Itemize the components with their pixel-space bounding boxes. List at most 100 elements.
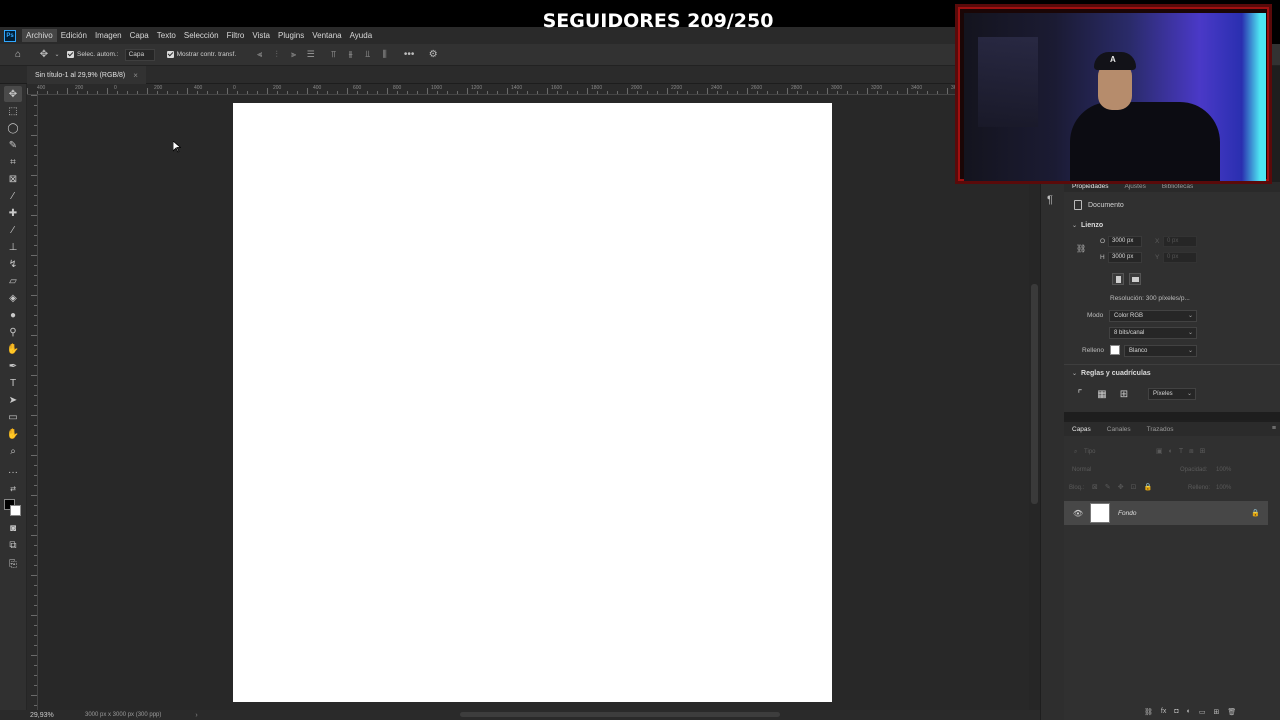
x-field[interactable]: 0 px bbox=[1163, 236, 1197, 247]
guides-icon[interactable]: ⊞ bbox=[1118, 388, 1130, 400]
photoshop-logo-icon[interactable]: Ps bbox=[4, 29, 16, 42]
align-right-icon[interactable]: ⫸ bbox=[286, 48, 301, 62]
menu-archivo[interactable]: Archivo bbox=[22, 29, 57, 42]
align-left-icon[interactable]: ⫷ bbox=[252, 48, 267, 62]
ruler-icon[interactable]: ⌜ bbox=[1074, 388, 1086, 400]
menu-texto[interactable]: Texto bbox=[153, 29, 180, 42]
fx-icon[interactable]: fx bbox=[1161, 708, 1166, 716]
menu-imagen[interactable]: Imagen bbox=[91, 29, 126, 42]
link-layers-icon[interactable]: ⛓ bbox=[1144, 708, 1153, 716]
zoom-level[interactable]: 29,93% bbox=[30, 712, 85, 719]
scrollbar-thumb[interactable] bbox=[1031, 284, 1038, 504]
paragraph-icon[interactable]: ¶ bbox=[1047, 194, 1053, 206]
checkbox-icon[interactable] bbox=[166, 51, 174, 58]
new-layer-icon[interactable]: ⊞ bbox=[1213, 708, 1219, 716]
menu-vista[interactable]: Vista bbox=[248, 29, 274, 42]
adjustment-icon[interactable]: ◐ bbox=[1187, 708, 1191, 716]
menu-edicion[interactable]: Edición bbox=[57, 29, 91, 42]
layer-row[interactable]: 👁 Fondo 🔒 bbox=[1064, 501, 1268, 525]
horizontal-scrollbar[interactable] bbox=[460, 712, 780, 717]
status-arrow-icon[interactable]: › bbox=[195, 712, 197, 719]
fill-color-swatch[interactable] bbox=[1110, 345, 1120, 355]
link-icon[interactable]: ⛓ bbox=[1076, 244, 1086, 253]
mode-dropdown[interactable]: Color RGB ⌄ bbox=[1109, 310, 1197, 322]
burn-tool-icon[interactable]: ✋ bbox=[4, 341, 22, 357]
paint-bucket-tool-icon[interactable]: ◈ bbox=[4, 290, 22, 306]
layer-filter-icons[interactable]: ▣◐T⧈⊞ bbox=[1156, 447, 1211, 456]
checkbox-icon[interactable] bbox=[67, 51, 74, 58]
menu-ventana[interactable]: Ventana bbox=[308, 29, 345, 42]
landscape-orientation-button[interactable] bbox=[1129, 273, 1141, 285]
hand-tool-icon[interactable]: ✋ bbox=[4, 426, 22, 442]
lock-icons[interactable]: ⊠✎✥⊡🔒 bbox=[1092, 483, 1159, 491]
chevron-down-icon[interactable]: ⌄ bbox=[1072, 222, 1077, 229]
home-icon[interactable]: ⌂ bbox=[9, 46, 27, 64]
menu-ayuda[interactable]: Ayuda bbox=[346, 29, 377, 42]
tab-channels[interactable]: Canales bbox=[1099, 426, 1139, 433]
height-field[interactable]: 3000 px bbox=[1108, 252, 1142, 263]
healing-brush-tool-icon[interactable]: ✚ bbox=[4, 205, 22, 221]
panel-menu-icon[interactable]: ≡ bbox=[1272, 425, 1276, 432]
crop-tool-icon[interactable]: ⌗ bbox=[4, 154, 22, 170]
layer-filter-input[interactable]: Tipo bbox=[1084, 449, 1095, 455]
blend-mode-dropdown[interactable]: Normal bbox=[1072, 467, 1091, 473]
tab-paths[interactable]: Trazados bbox=[1139, 426, 1182, 433]
search-icon[interactable]: ⌕ bbox=[1074, 449, 1077, 456]
menu-seleccion[interactable]: Selección bbox=[180, 29, 223, 42]
frame-tool-icon[interactable]: ⊠ bbox=[4, 171, 22, 187]
mask-icon[interactable]: ◘ bbox=[1174, 708, 1178, 716]
units-dropdown[interactable]: Píxeles ⌄ bbox=[1148, 388, 1196, 400]
align-middle-icon[interactable]: ⫵ bbox=[343, 48, 358, 62]
width-field[interactable]: 3000 px bbox=[1108, 236, 1142, 247]
distribute-icon[interactable]: ☰ bbox=[303, 48, 318, 62]
layer-name[interactable]: Fondo bbox=[1118, 510, 1251, 517]
brush-tool-icon[interactable]: ∕ bbox=[4, 222, 22, 238]
auto-select-target-dropdown[interactable]: Capa bbox=[124, 48, 155, 61]
pen-tool-icon[interactable]: ✒ bbox=[4, 358, 22, 374]
chevron-down-icon[interactable]: ⌄ bbox=[53, 46, 61, 64]
close-icon[interactable]: × bbox=[133, 71, 138, 80]
auto-select-checkbox[interactable]: Selec. autom.: bbox=[67, 51, 119, 58]
move-tool-icon[interactable]: ✥ bbox=[4, 86, 22, 102]
eyedropper-tool-icon[interactable]: ⁄ bbox=[4, 188, 22, 204]
tab-layers[interactable]: Capas bbox=[1064, 426, 1099, 433]
lock-icon[interactable]: 🔒 bbox=[1251, 509, 1260, 517]
clone-stamp-tool-icon[interactable]: ⊥ bbox=[4, 239, 22, 255]
opacity-field[interactable]: 100% bbox=[1216, 467, 1231, 473]
distribute-vertical-icon[interactable]: ⫼ bbox=[377, 48, 392, 62]
rectangle-tool-icon[interactable]: ▭ bbox=[4, 409, 22, 425]
menu-capa[interactable]: Capa bbox=[126, 29, 153, 42]
rulers-grids-section-header[interactable]: ⌄ Reglas y cuadrículas bbox=[1072, 370, 1151, 377]
portrait-orientation-button[interactable] bbox=[1112, 273, 1124, 285]
background-color-swatch[interactable] bbox=[10, 505, 21, 516]
chevron-down-icon[interactable]: ⌄ bbox=[1072, 370, 1077, 377]
blur-tool-icon[interactable]: ● bbox=[4, 307, 22, 323]
align-top-icon[interactable]: ⫪ bbox=[326, 48, 341, 62]
path-select-tool-icon[interactable]: ➤ bbox=[4, 392, 22, 408]
fill-dropdown[interactable]: Blanco ⌄ bbox=[1124, 345, 1197, 357]
type-tool-icon[interactable]: T bbox=[4, 375, 22, 391]
edit-toolbar-icon[interactable]: ··· bbox=[4, 464, 22, 480]
eraser-tool-icon[interactable]: ▱ bbox=[4, 273, 22, 289]
menu-filtro[interactable]: Filtro bbox=[223, 29, 249, 42]
swap-colors-icon[interactable]: ⇄ bbox=[4, 481, 22, 497]
marquee-tool-icon[interactable]: ⬚ bbox=[4, 103, 22, 119]
zoom-tool-icon[interactable]: ⌕ bbox=[4, 443, 22, 459]
quick-select-tool-icon[interactable]: ✎ bbox=[4, 137, 22, 153]
grid-icon[interactable]: ▦ bbox=[1096, 388, 1108, 400]
bit-depth-dropdown[interactable]: 8 bits/canal ⌄ bbox=[1109, 327, 1197, 339]
group-icon[interactable]: ▭ bbox=[1199, 708, 1206, 716]
lasso-tool-icon[interactable]: ◯ bbox=[4, 120, 22, 136]
gear-icon[interactable]: ⚙ bbox=[424, 46, 442, 64]
align-bottom-icon[interactable]: ⫫ bbox=[360, 48, 375, 62]
dodge-tool-icon[interactable]: ⚲ bbox=[4, 324, 22, 340]
canvas-workspace[interactable] bbox=[38, 95, 1029, 710]
trash-icon[interactable]: 🗑 bbox=[1227, 708, 1236, 716]
history-brush-tool-icon[interactable]: ↯ bbox=[4, 256, 22, 272]
move-tool-icon[interactable]: ✥ bbox=[35, 46, 53, 64]
document-canvas[interactable] bbox=[233, 103, 832, 702]
more-options-icon[interactable]: ••• bbox=[400, 46, 418, 64]
y-field[interactable]: 0 px bbox=[1163, 252, 1197, 263]
quick-mask-icon[interactable]: ◙ bbox=[4, 520, 22, 536]
align-center-icon[interactable]: ⫶ bbox=[269, 48, 284, 62]
